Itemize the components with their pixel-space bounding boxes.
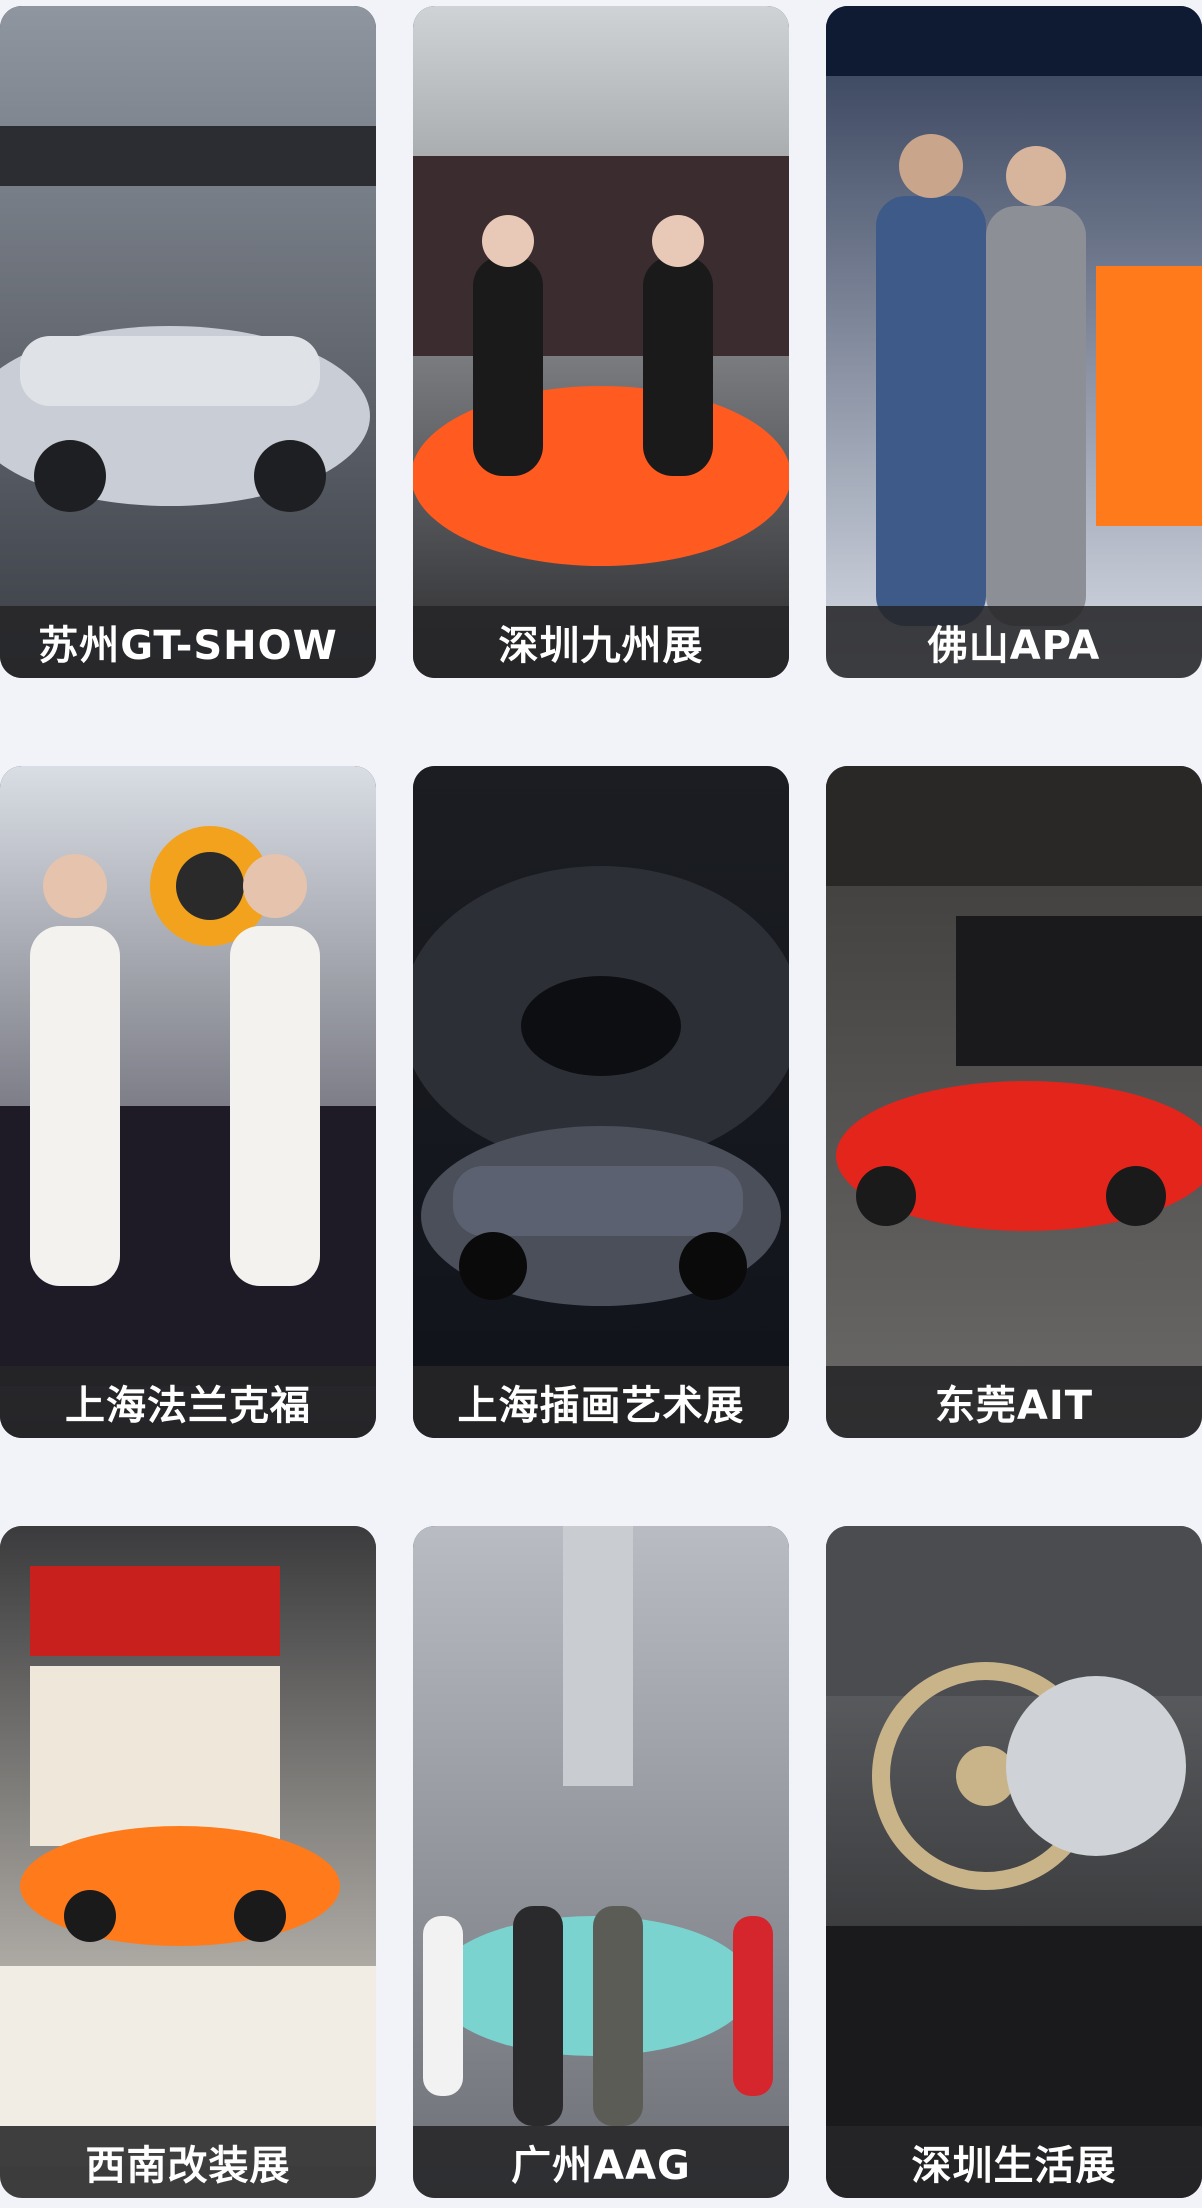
exhibition-card-dongguan-ait[interactable]: 东莞AIT [826,766,1202,1438]
brake-booth-models-photo [0,766,376,1438]
exhibition-card-guangzhou-aag[interactable]: 广州AAG [413,1526,789,2198]
exhibition-card-suzhou-gt-show[interactable]: 苏州GT-SHOW [0,6,376,678]
exhibition-card-foshan-apa[interactable]: 佛山APA [826,6,1202,678]
gold-wheel-display-photo [826,1526,1202,2198]
orange-sports-car-models-photo [413,6,789,678]
exhibition-card-shenzhen-jiuzhou[interactable]: 深圳九州展 [413,6,789,678]
exhibition-grid: 苏州GT-SHOW 深圳九州展 佛山APA 上海法兰克福 上海插画艺术展 东莞A… [0,0,1202,2208]
card-caption: 广州AAG [413,2126,789,2198]
card-caption: 上海插画艺术展 [413,1366,789,1438]
silver-gullwing-car-photo [0,6,376,678]
card-caption: 深圳生活展 [826,2126,1202,2198]
card-caption: 西南改装展 [0,2126,376,2198]
card-caption: 上海法兰克福 [0,1366,376,1438]
card-caption: 佛山APA [826,606,1202,678]
comic-orange-car-booth-photo [0,1526,376,2198]
card-caption: 深圳九州展 [413,606,789,678]
wrapped-bmw-tunnel-photo [413,766,789,1438]
card-caption: 苏州GT-SHOW [0,606,376,678]
red-lotus-booth-photo [826,766,1202,1438]
teal-car-crowd-photo [413,1526,789,2198]
card-caption: 东莞AIT [826,1366,1202,1438]
exhibition-card-southwest-modification[interactable]: 西南改装展 [0,1526,376,2198]
exhibition-card-shenzhen-lifestyle[interactable]: 深圳生活展 [826,1526,1202,2198]
exhibition-card-shanghai-illustration-art[interactable]: 上海插画艺术展 [413,766,789,1438]
exhibition-card-shanghai-frankfurt[interactable]: 上海法兰克福 [0,766,376,1438]
hosts-with-microphone-photo [826,6,1202,678]
